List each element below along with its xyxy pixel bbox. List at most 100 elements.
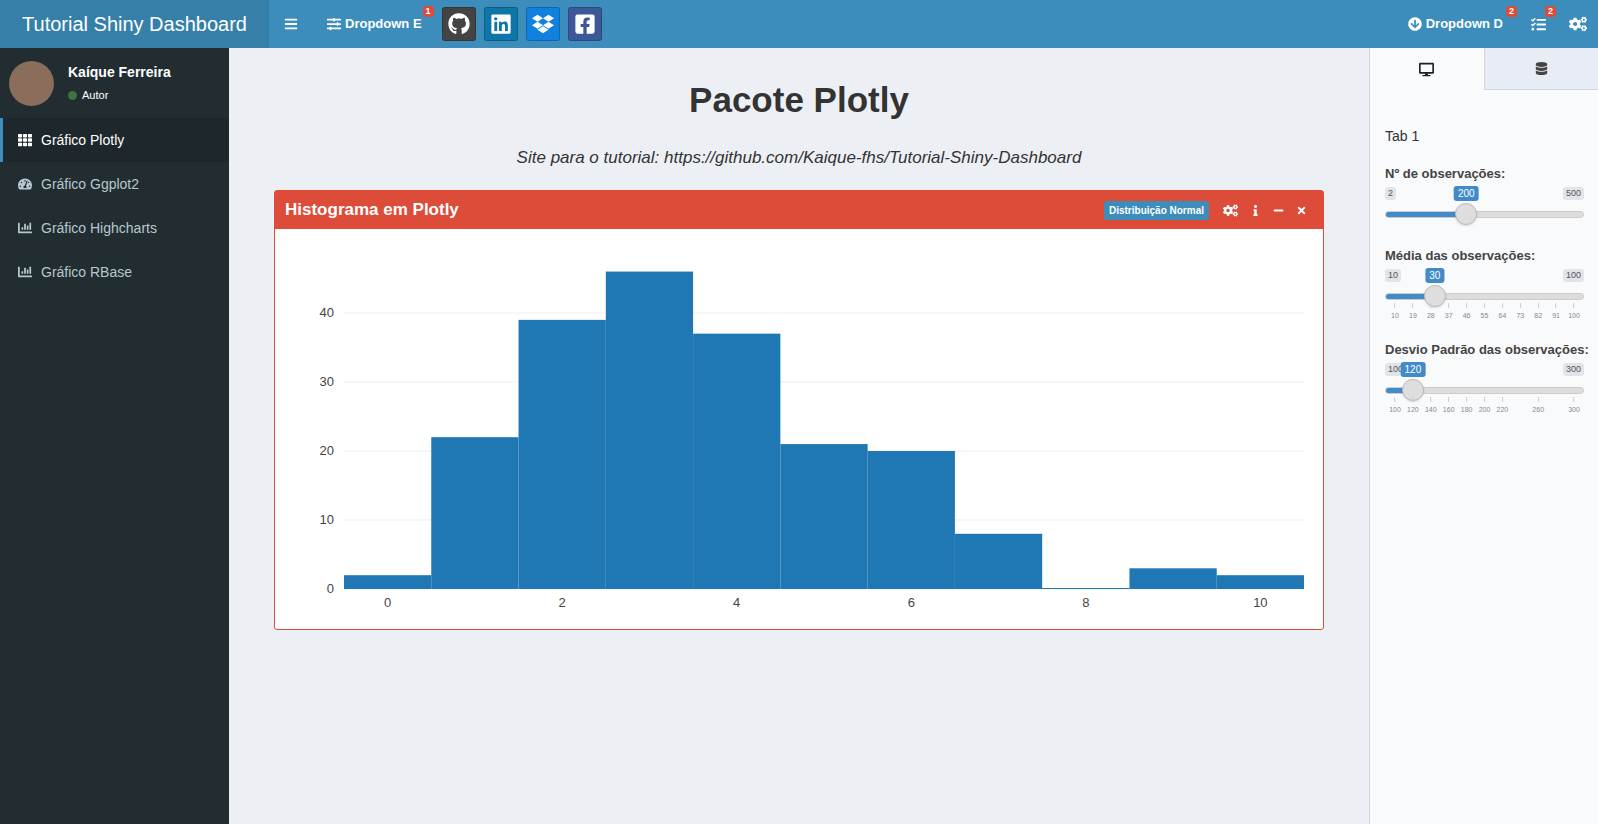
- histogram-bar[interactable]: [344, 575, 431, 589]
- gears-icon[interactable]: [1223, 203, 1238, 218]
- histogram-bar[interactable]: [1042, 588, 1129, 589]
- histogram-bar[interactable]: [1217, 575, 1304, 589]
- slider-group: Média das observações:101003010192837465…: [1385, 247, 1583, 327]
- slider-grid-label: 160: [1443, 405, 1455, 415]
- database-icon: [1535, 62, 1548, 75]
- slider-grid: 10192837465564738291100: [1395, 303, 1574, 325]
- slider-min: 10: [1385, 269, 1401, 282]
- github-icon: [448, 13, 470, 35]
- tasks-icon: [1531, 17, 1546, 32]
- slider-grid: 100120140160180200220260300: [1395, 397, 1574, 419]
- facebook-link[interactable]: [568, 7, 602, 41]
- dropdown-menu[interactable]: Dropdown D2: [1396, 0, 1519, 48]
- content: Pacote Plotly Site para o tutorial: https…: [229, 48, 1369, 824]
- histogram-bar[interactable]: [955, 534, 1042, 589]
- histogram-chart: 0102030400246810: [275, 229, 1323, 629]
- sidebar-item[interactable]: Gráfico Ggplot2: [0, 162, 229, 206]
- slider-grid-label: 73: [1516, 311, 1524, 321]
- download-icon: [1408, 17, 1422, 31]
- slider[interactable]: 101003010192837465564738291100: [1385, 269, 1584, 327]
- slider-grid-label: 100: [1568, 311, 1580, 321]
- svg-text:0: 0: [384, 595, 391, 610]
- dropdown-menu[interactable]: Dropdown E1: [313, 0, 436, 48]
- close-icon[interactable]: [1296, 205, 1307, 216]
- slider-label: Média das observações:: [1385, 247, 1583, 265]
- info-icon[interactable]: [1250, 205, 1261, 216]
- status-dot: [68, 91, 77, 100]
- collapse-icon[interactable]: [1273, 205, 1284, 216]
- user-panel: Kaíque FerreiraAutor: [0, 48, 229, 118]
- badge: 1: [423, 6, 434, 17]
- sidebar-item[interactable]: Gráfico Highcharts: [0, 206, 229, 250]
- github-link[interactable]: [442, 7, 476, 41]
- slider-grid-label: 19: [1409, 311, 1417, 321]
- histogram-bar[interactable]: [693, 334, 780, 589]
- slider-grid-label: 260: [1532, 405, 1544, 415]
- page-title: Pacote Plotly: [689, 78, 909, 122]
- slider-fill: [1386, 212, 1464, 217]
- box-header: Histograma em PlotlyDistribuição Normal: [275, 191, 1323, 229]
- slider[interactable]: 2 500 200: [1385, 187, 1584, 233]
- tab-heading: Tab 1: [1385, 126, 1583, 147]
- svg-text:40: 40: [320, 305, 334, 320]
- slider[interactable]: 100300120100120140160180200220260300: [1385, 363, 1584, 421]
- sidebar: Kaíque FerreiraAutorGráfico PlotlyGráfic…: [0, 48, 229, 824]
- svg-text:6: 6: [908, 595, 915, 610]
- slider-max: 500: [1563, 187, 1584, 200]
- histogram-bar[interactable]: [868, 451, 955, 589]
- linkedin-link[interactable]: [484, 7, 518, 41]
- histogram-bar[interactable]: [606, 272, 693, 589]
- slider-track: [1385, 211, 1584, 218]
- histogram-bar[interactable]: [1129, 568, 1216, 589]
- logo[interactable]: Tutorial Shiny Dashboard: [0, 0, 269, 48]
- slider-max: 100: [1563, 269, 1584, 282]
- sidebar-toggle[interactable]: [269, 0, 313, 48]
- slider-grid-label: 180: [1461, 405, 1473, 415]
- slider-grid-label: 82: [1534, 311, 1542, 321]
- box-badge: Distribuição Normal: [1104, 201, 1209, 220]
- svg-text:2: 2: [559, 595, 566, 610]
- histogram-bar[interactable]: [780, 444, 867, 589]
- control-sidebar-toggle[interactable]: [1558, 0, 1598, 48]
- slider-grid-label: 10: [1391, 311, 1399, 321]
- badge: 2: [1506, 6, 1517, 17]
- menu-item-icon: [18, 265, 32, 279]
- page-subtitle: Site para o tutorial: https://github.com…: [517, 146, 1082, 170]
- slider-grid-label: 100: [1389, 405, 1401, 415]
- menu-item-icon: [18, 133, 32, 147]
- control-tab[interactable]: [1484, 48, 1598, 90]
- avatar: [9, 61, 54, 106]
- control-tabs: [1370, 48, 1598, 90]
- slider-value: 200: [1454, 186, 1479, 201]
- app: Tutorial Shiny Dashboard Dropdown E1 Dropd…: [0, 0, 1598, 824]
- menu-item-icon: [18, 221, 32, 235]
- gears-icon: [1569, 15, 1587, 33]
- slider-grid-label: 300: [1568, 405, 1580, 415]
- control-sidebar: Tab 1 Nº de observações: 2 500 200 Média das …: [1369, 48, 1598, 824]
- facebook-icon: [574, 13, 596, 35]
- slider-group: Nº de observações: 2 500 200: [1385, 165, 1583, 233]
- linkedin-icon: [490, 13, 512, 35]
- slider-grid-label: 46: [1463, 311, 1471, 321]
- histogram-bar[interactable]: [431, 437, 518, 589]
- tasks-menu[interactable]: 2: [1519, 0, 1558, 48]
- control-tab[interactable]: [1370, 48, 1484, 90]
- sidebar-item[interactable]: Gráfico RBase: [0, 250, 229, 294]
- slider-handle[interactable]: [1455, 203, 1477, 225]
- svg-text:0: 0: [327, 581, 334, 596]
- svg-text:10: 10: [320, 512, 334, 527]
- slider-grid-label: 140: [1425, 405, 1437, 415]
- slider-group: Desvio Padrão das observações:1003001201…: [1385, 341, 1583, 421]
- slider-min: 2: [1385, 187, 1396, 200]
- box-title: Histograma em Plotly: [285, 197, 1104, 223]
- svg-text:20: 20: [320, 443, 334, 458]
- user-status: Autor: [68, 87, 171, 104]
- dropbox-link[interactable]: [526, 7, 560, 41]
- slider-label: Nº de observações:: [1385, 165, 1583, 183]
- histogram-bar[interactable]: [519, 320, 606, 589]
- slider-handle[interactable]: [1424, 285, 1446, 307]
- svg-text:30: 30: [320, 374, 334, 389]
- sidebar-item[interactable]: Gráfico Plotly: [0, 118, 229, 162]
- menu-item-icon: [18, 177, 32, 191]
- slider-value: 30: [1425, 268, 1444, 283]
